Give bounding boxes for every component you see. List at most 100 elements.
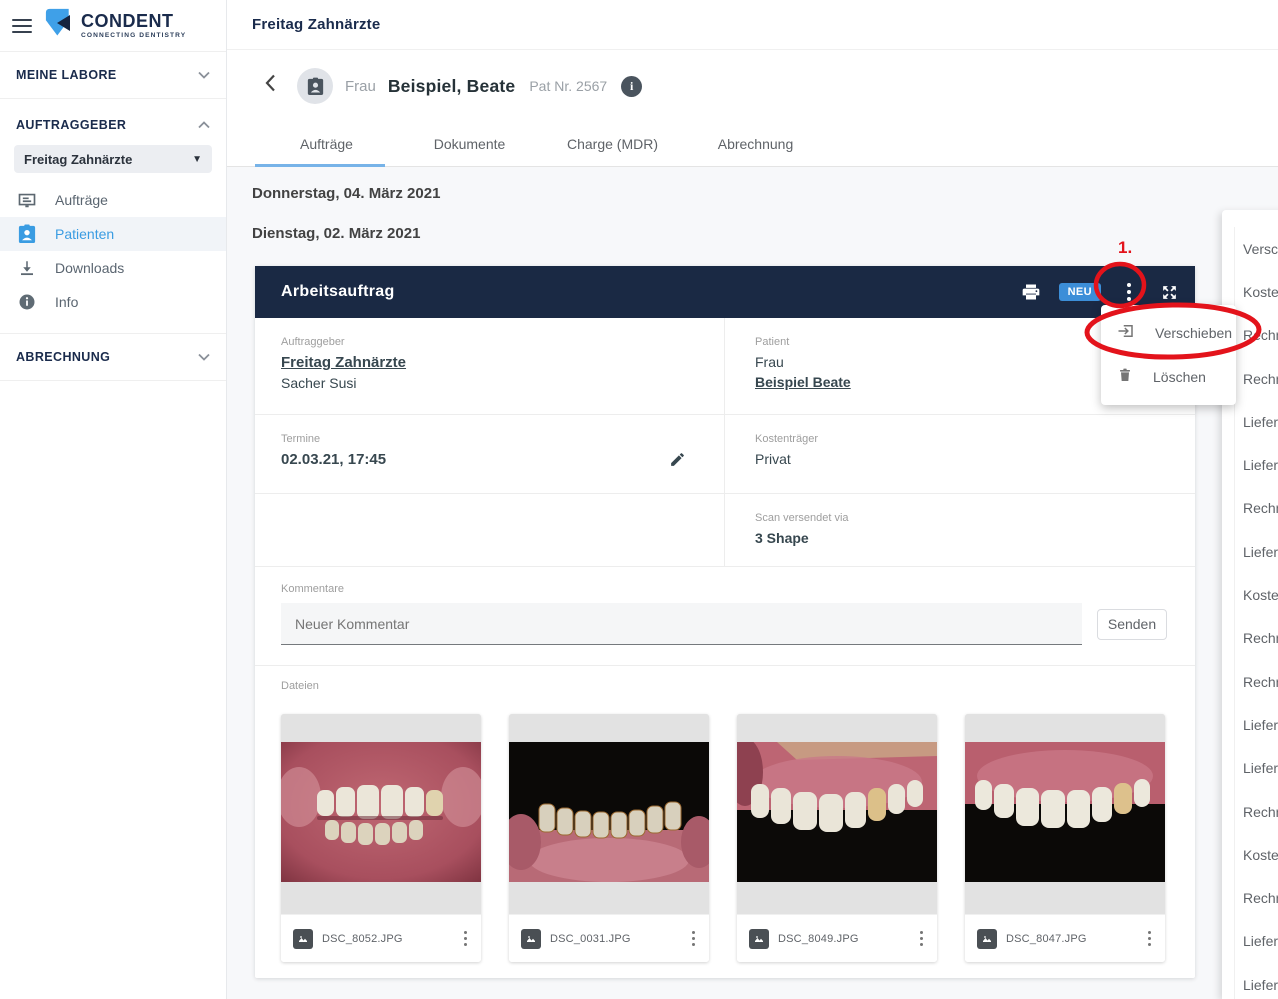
sidebar-item-auftraege[interactable]: Aufträge: [0, 183, 226, 217]
annotation-step-1: 1.: [1118, 238, 1133, 257]
sidebar-item-label: Info: [55, 294, 79, 310]
document-list-item[interactable]: Versch: [1235, 227, 1278, 270]
app-logo: CONDENT CONNECTING DENTISTRY: [44, 7, 186, 44]
document-list-item[interactable]: Rechn: [1235, 617, 1278, 660]
app-window: CONDENT CONNECTING DENTISTRY MEINE LABOR…: [0, 0, 1278, 999]
menu-item-label: Verschieben: [1155, 325, 1233, 341]
client-person: Sacher Susi: [281, 375, 357, 391]
brand-name: CONDENT: [81, 11, 174, 31]
document-list-item[interactable]: Liefers: [1235, 530, 1278, 573]
sidebar-section-abrechnung[interactable]: ABRECHNUNG: [0, 334, 226, 381]
file-menu-icon[interactable]: [460, 927, 472, 951]
sidebar-section-auftraggeber[interactable]: AUFTRAGGEBER: [0, 99, 226, 141]
section-label: AUFTRAGGEBER: [16, 118, 127, 132]
document-list-item[interactable]: Rechn: [1235, 357, 1278, 400]
work-order-details: Auftraggeber Freitag Zahnärzte Sacher Su…: [255, 318, 1195, 567]
document-list-item[interactable]: Kosten: [1235, 573, 1278, 616]
patient-number: Pat Nr. 2567: [529, 78, 608, 94]
field-label: Termine: [281, 433, 321, 445]
document-list-item[interactable]: Rechn: [1235, 876, 1278, 919]
comments-label: Kommentare: [281, 583, 344, 595]
app-bar: Freitag Zahnärzte: [227, 0, 1278, 50]
logo-mark-icon: [44, 7, 74, 44]
file-menu-icon[interactable]: [1144, 927, 1156, 951]
file-card[interactable]: DSC_8047.JPG: [965, 714, 1165, 962]
client-cell: Auftraggeber Freitag Zahnärzte Sacher Su…: [255, 318, 724, 415]
tab-label: Aufträge: [300, 136, 353, 152]
document-list-item[interactable]: Rechn: [1235, 314, 1278, 357]
document-list-item[interactable]: Liefers: [1235, 400, 1278, 443]
field-label: Kostenträger: [755, 433, 818, 445]
delete-icon: [1117, 366, 1133, 389]
file-thumbnail: [509, 714, 709, 914]
sidebar-header: CONDENT CONNECTING DENTISTRY: [0, 0, 226, 52]
image-file-icon: [977, 928, 997, 949]
document-list-item[interactable]: Rechn: [1235, 660, 1278, 703]
tab-auftraege[interactable]: Aufträge: [255, 122, 398, 167]
file-name: DSC_8052.JPG: [322, 932, 403, 945]
orders-icon: [17, 190, 37, 210]
scan-value: 3 Shape: [755, 530, 809, 546]
document-list-item[interactable]: Liefers: [1235, 920, 1278, 963]
patient-name-link[interactable]: Beispiel Beate: [755, 374, 851, 390]
sidebar-item-label: Aufträge: [55, 192, 108, 208]
document-list-item[interactable]: Liefers: [1235, 963, 1278, 999]
section-label: MEINE LABORE: [16, 68, 117, 82]
document-list-item[interactable]: Liefers: [1235, 703, 1278, 746]
sidebar-item-patienten[interactable]: Patienten: [0, 217, 226, 251]
payer-value: Privat: [755, 451, 791, 467]
payer-cell: Kostenträger Privat: [724, 415, 1195, 494]
image-file-icon: [749, 928, 769, 949]
tab-dokumente[interactable]: Dokumente: [398, 122, 541, 166]
printer-icon[interactable]: [1019, 280, 1043, 304]
file-footer: DSC_8052.JPG: [281, 914, 481, 962]
tab-bar: Aufträge Dokumente Charge (MDR) Abrechnu…: [227, 122, 1278, 167]
menu-icon[interactable]: [12, 18, 32, 33]
document-list-item[interactable]: Liefers: [1235, 747, 1278, 790]
send-button[interactable]: Senden: [1097, 608, 1167, 640]
chevron-down-icon: [198, 66, 210, 84]
file-card[interactable]: DSC_0031.JPG: [509, 714, 709, 962]
sidebar: CONDENT CONNECTING DENTISTRY MEINE LABOR…: [0, 0, 227, 999]
client-practice-link[interactable]: Freitag Zahnärzte: [281, 354, 406, 371]
sidebar-item-info[interactable]: Info: [0, 285, 226, 319]
tab-charge-mdr[interactable]: Charge (MDR): [541, 122, 684, 166]
dropdown-caret-icon: ▼: [192, 153, 202, 165]
document-list-item[interactable]: Rechn: [1235, 790, 1278, 833]
sidebar-item-downloads[interactable]: Downloads: [0, 251, 226, 285]
document-list-item[interactable]: Liefers: [1235, 443, 1278, 486]
main-area: Freitag Zahnärzte Frau Beispiel, Beate P…: [227, 0, 1278, 999]
document-list-item[interactable]: Rechn: [1235, 487, 1278, 530]
lab-select[interactable]: Freitag Zahnärzte ▼: [14, 145, 212, 173]
file-menu-icon[interactable]: [916, 927, 928, 951]
comment-input[interactable]: [281, 603, 1082, 645]
tab-label: Charge (MDR): [566, 136, 658, 152]
menu-item-verschieben[interactable]: Verschieben: [1101, 311, 1236, 355]
file-card[interactable]: DSC_8049.JPG: [737, 714, 937, 962]
page-title: Freitag Zahnärzte: [252, 16, 381, 33]
field-label: Auftraggeber: [281, 336, 345, 348]
file-card[interactable]: DSC_8052.JPG: [281, 714, 481, 962]
chevron-down-icon: [198, 348, 210, 366]
image-file-icon: [521, 928, 541, 949]
work-order-header: Arbeitsauftrag NEU: [255, 266, 1195, 318]
sidebar-item-label: Patienten: [55, 226, 115, 242]
back-icon[interactable]: [265, 74, 287, 98]
tab-abrechnung[interactable]: Abrechnung: [684, 122, 827, 166]
edit-icon[interactable]: [669, 451, 686, 473]
fullscreen-icon[interactable]: [1157, 280, 1181, 304]
file-menu-icon[interactable]: [688, 927, 700, 951]
document-list-item[interactable]: Kosten: [1235, 270, 1278, 313]
menu-item-loeschen[interactable]: Löschen: [1101, 355, 1236, 399]
lab-select-value: Freitag Zahnärzte: [24, 151, 133, 167]
work-order-title: Arbeitsauftrag: [281, 283, 395, 300]
download-icon: [17, 258, 37, 278]
patient-info-icon[interactable]: i: [621, 75, 643, 97]
tab-label: Dokumente: [433, 136, 506, 152]
more-vert-icon[interactable]: [1117, 280, 1141, 304]
document-list-item[interactable]: Kosten: [1235, 833, 1278, 876]
patient-header: Frau Beispiel, Beate Pat Nr. 2567 i: [227, 50, 1278, 122]
move-icon: [1117, 322, 1135, 345]
sidebar-section-meine-labore[interactable]: MEINE LABORE: [0, 52, 226, 99]
appointment-value: 02.03.21, 17:45: [281, 451, 387, 468]
